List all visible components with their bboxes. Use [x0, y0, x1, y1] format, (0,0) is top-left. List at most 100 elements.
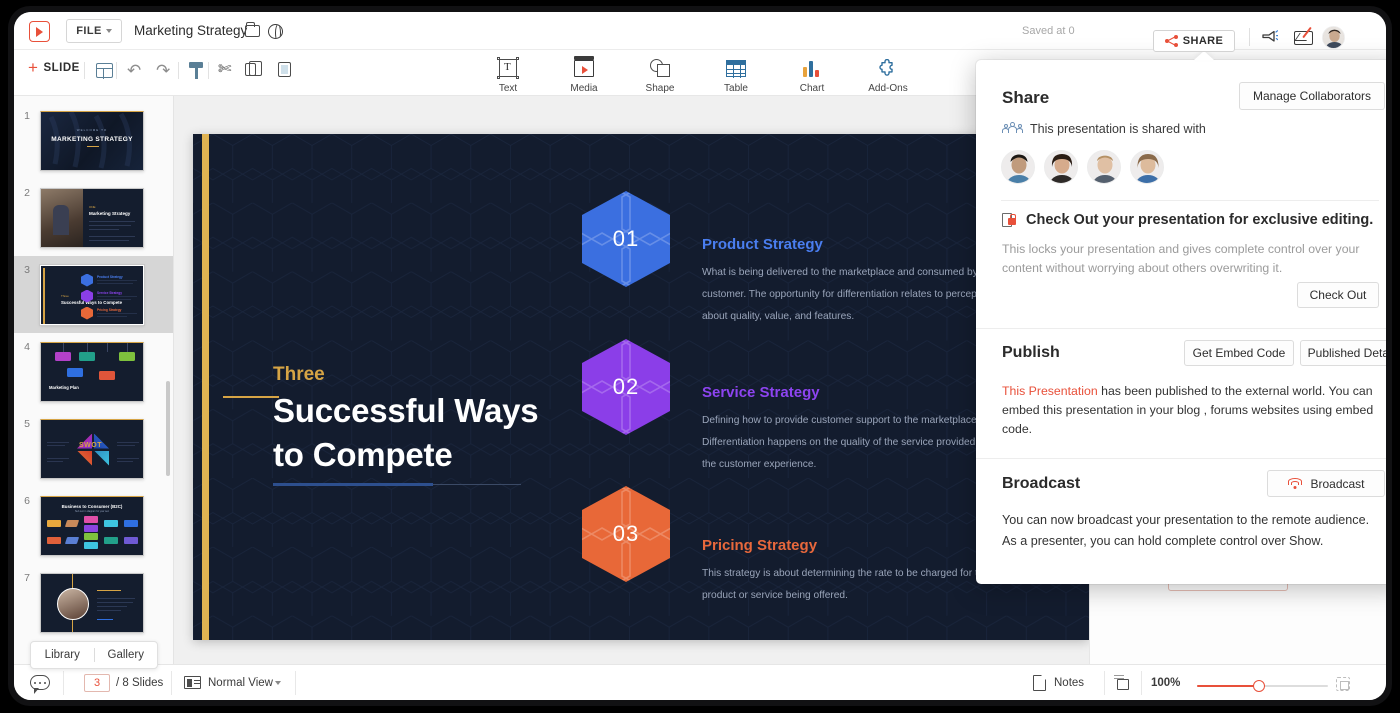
collaborator-avatar-1[interactable]	[1001, 150, 1035, 184]
folder-icon[interactable]	[245, 25, 260, 37]
slide-thumbnail-2[interactable]: ONE Marketing Strategy	[40, 188, 144, 248]
get-embed-code-button[interactable]: Get Embed Code	[1184, 340, 1294, 366]
file-menu-button[interactable]: FILE	[66, 19, 122, 43]
slide-thumbnail-4[interactable]: Marketing Plan	[40, 342, 144, 402]
current-slide-input[interactable]: 3	[84, 674, 110, 692]
tool-shape[interactable]: Shape	[636, 56, 684, 94]
slide-thumbnail-1[interactable]: WELCOME TO MARKETING STRATEGY	[40, 111, 144, 171]
toolbar-divider-1	[84, 62, 85, 79]
normal-view-icon	[184, 676, 201, 689]
share-popup-title: Share	[1002, 88, 1049, 108]
zoom-slider-fill	[1197, 685, 1259, 687]
user-avatar[interactable]	[1322, 26, 1345, 49]
fit-to-screen-icon[interactable]	[1114, 675, 1131, 691]
comments-icon[interactable]	[30, 675, 50, 690]
view-mode-label[interactable]: Normal View	[208, 677, 273, 689]
broadcast-button-label: Broadcast	[1310, 477, 1364, 491]
section-heading-1[interactable]: Product Strategy	[702, 236, 823, 253]
paste-icon[interactable]	[278, 62, 291, 77]
thumbnail-row-1[interactable]: 1 WELCOME TO MARKETING STRATEGY	[14, 102, 173, 179]
thumbnail-row-3[interactable]: 3 Three Successful Ways to Compete Produ…	[14, 256, 173, 333]
thumb5-title: SWOT	[79, 442, 102, 449]
library-tab[interactable]: Library	[31, 649, 94, 661]
slide-thumbnail-3[interactable]: Three Successful Ways to Compete Product…	[40, 265, 144, 325]
status-bar: 3 / 8 Slides Normal View Notes 100%	[14, 664, 1386, 700]
collaborator-avatar-3[interactable]	[1087, 150, 1121, 184]
thumb3-title: Successful Ways to Compete	[61, 300, 122, 306]
zoom-slider-knob[interactable]	[1253, 680, 1265, 692]
thumb2-title: Marketing Strategy	[89, 211, 130, 216]
device-frame: FILE Marketing Strategy Saved at 0 SHARE	[8, 6, 1392, 706]
total-slides-label: / 8 Slides	[116, 677, 163, 689]
published-details-button[interactable]: Published Details	[1300, 340, 1386, 366]
section-body-2[interactable]: Defining how to provide customer support…	[702, 410, 1004, 476]
thumbnail-row-5[interactable]: 5 SWOT	[14, 410, 173, 487]
checkout-lock-icon	[1002, 213, 1018, 228]
tool-table-label: Table	[724, 83, 748, 94]
thumbnail-row-7[interactable]: 7	[14, 564, 173, 641]
collaborator-avatar-2[interactable]	[1044, 150, 1078, 184]
share-button[interactable]: SHARE	[1153, 30, 1235, 52]
redo-icon[interactable]: ↷	[156, 62, 170, 79]
popup-divider-1	[1001, 200, 1379, 201]
manage-collaborators-button[interactable]: Manage Collaborators	[1239, 82, 1385, 110]
tool-text[interactable]: T Text	[484, 56, 532, 94]
document-title[interactable]: Marketing Strategy	[134, 23, 247, 38]
thumb3-kicker: Three	[61, 294, 69, 298]
collaborator-avatar-4[interactable]	[1130, 150, 1164, 184]
section-heading-3[interactable]: Pricing Strategy	[702, 537, 817, 554]
check-out-button[interactable]: Check Out	[1297, 282, 1379, 308]
format-painter-icon[interactable]	[189, 62, 203, 79]
tool-chart[interactable]: Chart	[788, 56, 836, 94]
thumbnail-row-4[interactable]: 4 Marketing Plan	[14, 333, 173, 410]
fullscreen-icon[interactable]	[1336, 677, 1350, 691]
slide-thumbnail-7[interactable]	[40, 573, 144, 633]
thumb1-title: MARKETING STRATEGY	[41, 136, 143, 143]
view-chevron-down-icon[interactable]	[275, 681, 281, 685]
collaborator-avatars	[1001, 150, 1164, 184]
tool-addons[interactable]: Add-Ons	[864, 56, 912, 94]
slide-title-line2: to Compete	[273, 433, 538, 477]
share-popup[interactable]: Share Manage Collaborators This presenta…	[976, 60, 1386, 584]
slide-thumbnail-sidebar[interactable]: 1 WELCOME TO MARKETING STRATEGY 2 ONE Ma…	[14, 96, 174, 664]
megaphone-icon[interactable]	[1262, 30, 1278, 43]
checkout-heading-row: Check Out your presentation for exclusiv…	[1002, 212, 1373, 228]
sidebar-scrollbar[interactable]	[166, 381, 170, 476]
presentation-logo-icon[interactable]	[29, 21, 50, 42]
thumb3-gold-bar	[43, 268, 45, 324]
slide-thumbnail-6[interactable]: Business to Consumer (B2C) Sub text in d…	[40, 496, 144, 556]
thumbnail-row-6[interactable]: 6 Business to Consumer (B2C) Sub text in…	[14, 487, 173, 564]
layout-icon[interactable]	[96, 63, 113, 78]
section-body-3[interactable]: This strategy is about determining the r…	[702, 563, 1004, 607]
status-divider-4	[1104, 671, 1105, 695]
thumbnail-row-2[interactable]: 2 ONE Marketing Strategy	[14, 179, 173, 256]
insert-tool-group: T Text Media Shape Table	[484, 56, 912, 94]
top-bar: FILE Marketing Strategy Saved at 0 SHARE	[14, 12, 1386, 50]
zoom-slider[interactable]	[1197, 685, 1328, 687]
slide-title[interactable]: Successful Ways to Compete	[273, 389, 538, 477]
broadcast-button[interactable]: Broadcast	[1267, 470, 1385, 497]
add-slide-label: SLIDE	[43, 62, 79, 74]
scissors-icon[interactable]: ✄	[218, 61, 231, 79]
tool-media[interactable]: Media	[560, 56, 608, 94]
gallery-tab[interactable]: Gallery	[95, 649, 158, 661]
thumbnail-number: 4	[14, 341, 40, 353]
shared-with-label: This presentation is shared with	[1030, 122, 1206, 136]
copy-icon[interactable]	[245, 63, 256, 76]
thumb2-photo	[41, 189, 83, 247]
slide-title-rule	[273, 483, 433, 486]
section-number-3: 03	[613, 521, 639, 547]
notes-label[interactable]: Notes	[1054, 677, 1084, 689]
globe-icon[interactable]	[268, 24, 283, 39]
add-slide-button[interactable]: + SLIDE	[28, 62, 80, 74]
tool-shape-label: Shape	[646, 83, 675, 94]
tool-table[interactable]: Table	[712, 56, 760, 94]
zoom-level-label: 100%	[1151, 677, 1180, 689]
undo-icon[interactable]: ↶	[127, 62, 141, 79]
library-gallery-toggle[interactable]: Library Gallery	[30, 641, 158, 669]
slide-editor[interactable]: Three Successful Ways to Compete 01 Prod…	[193, 134, 1089, 640]
notes-page-icon[interactable]	[1033, 675, 1046, 691]
section-body-1[interactable]: What is being delivered to the marketpla…	[702, 262, 1004, 328]
section-heading-2[interactable]: Service Strategy	[702, 384, 820, 401]
slide-thumbnail-5[interactable]: SWOT	[40, 419, 144, 479]
